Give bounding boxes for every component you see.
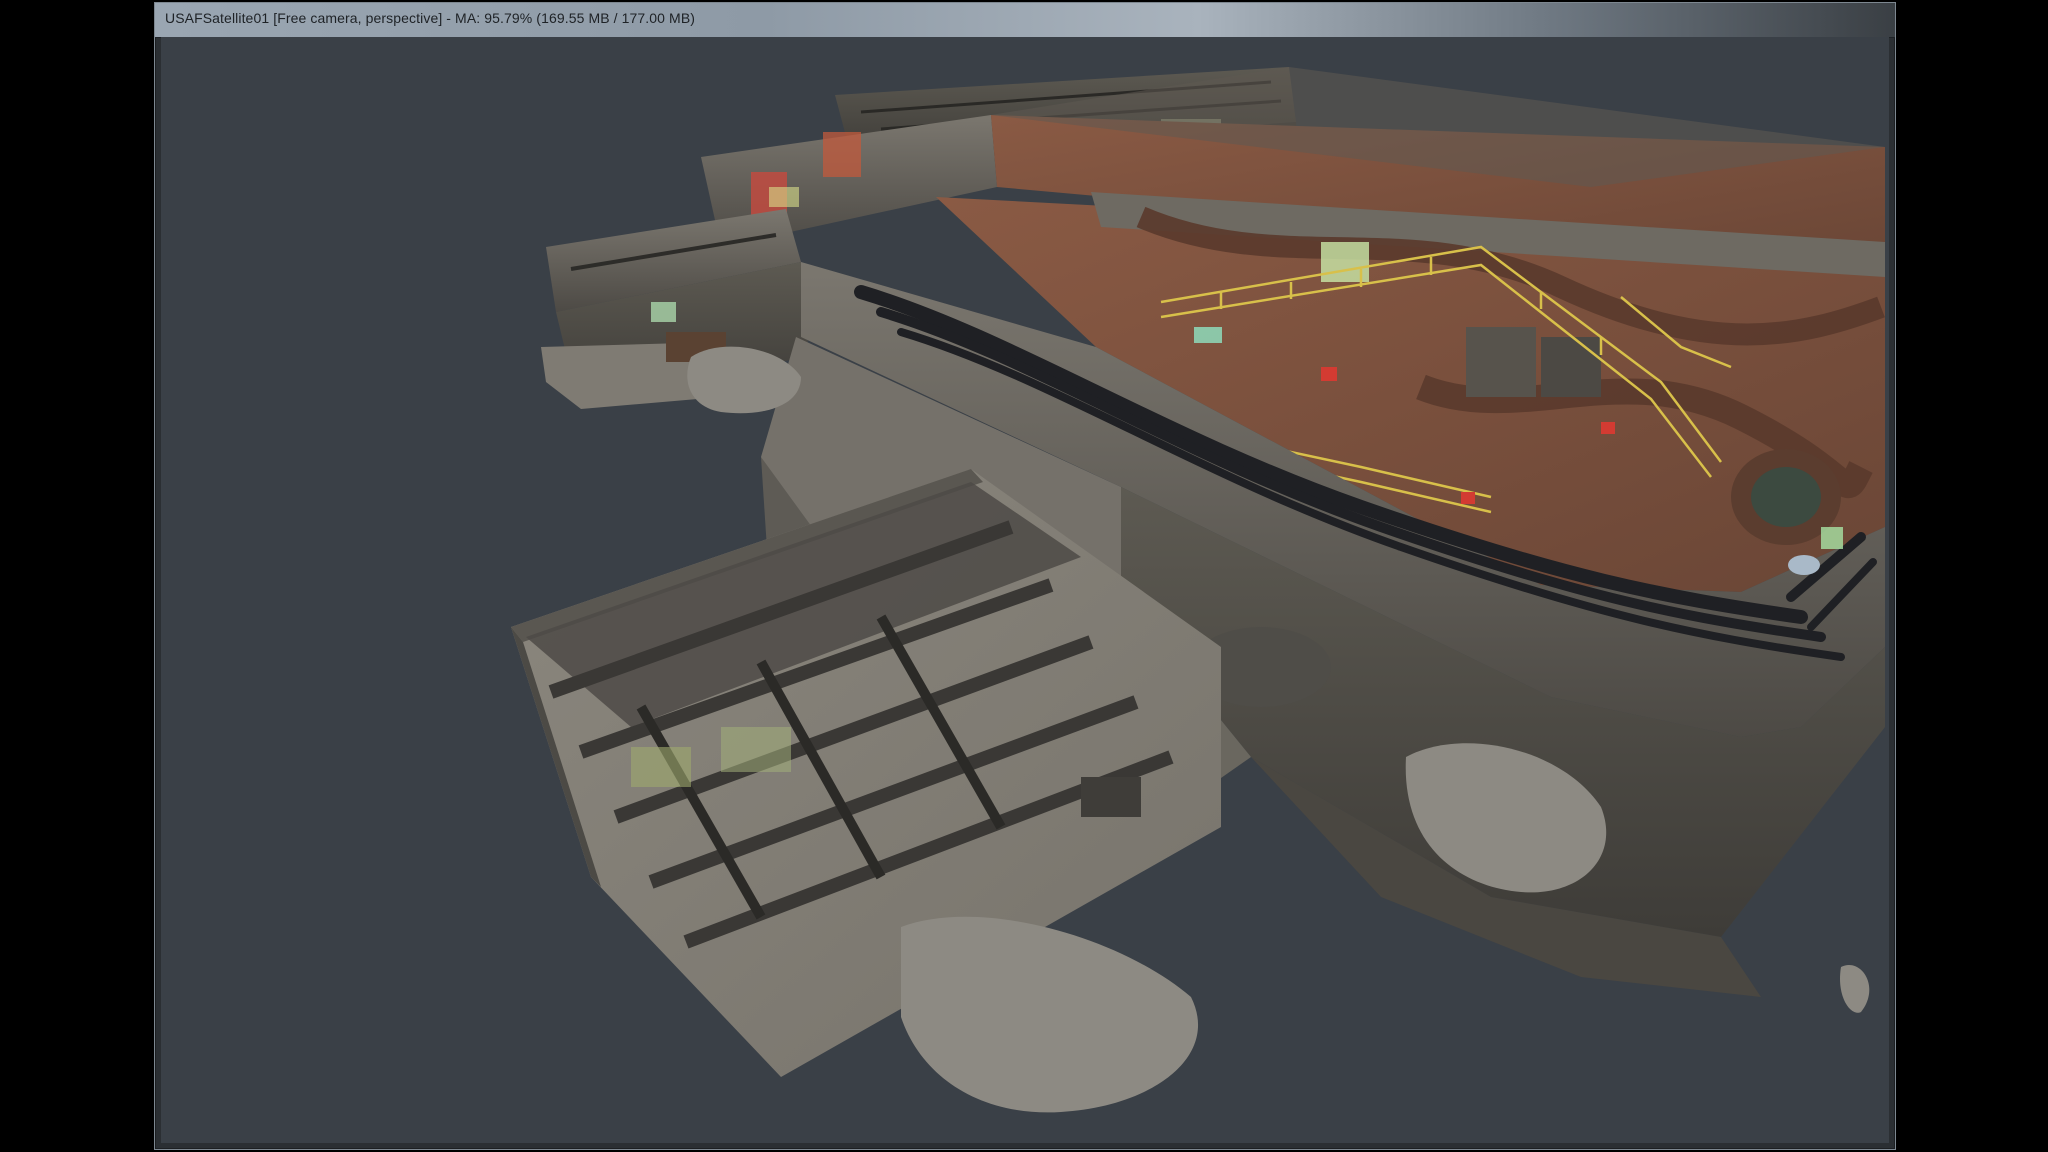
- window-title: USAFSatellite01 [Free camera, perspectiv…: [165, 10, 696, 26]
- level-render: [511, 67, 1885, 1113]
- editor-window: USAFSatellite01 [Free camera, perspectiv…: [154, 2, 1896, 1150]
- 3d-viewport[interactable]: [161, 37, 1889, 1143]
- window-titlebar[interactable]: USAFSatellite01 [Free camera, perspectiv…: [155, 3, 1895, 38]
